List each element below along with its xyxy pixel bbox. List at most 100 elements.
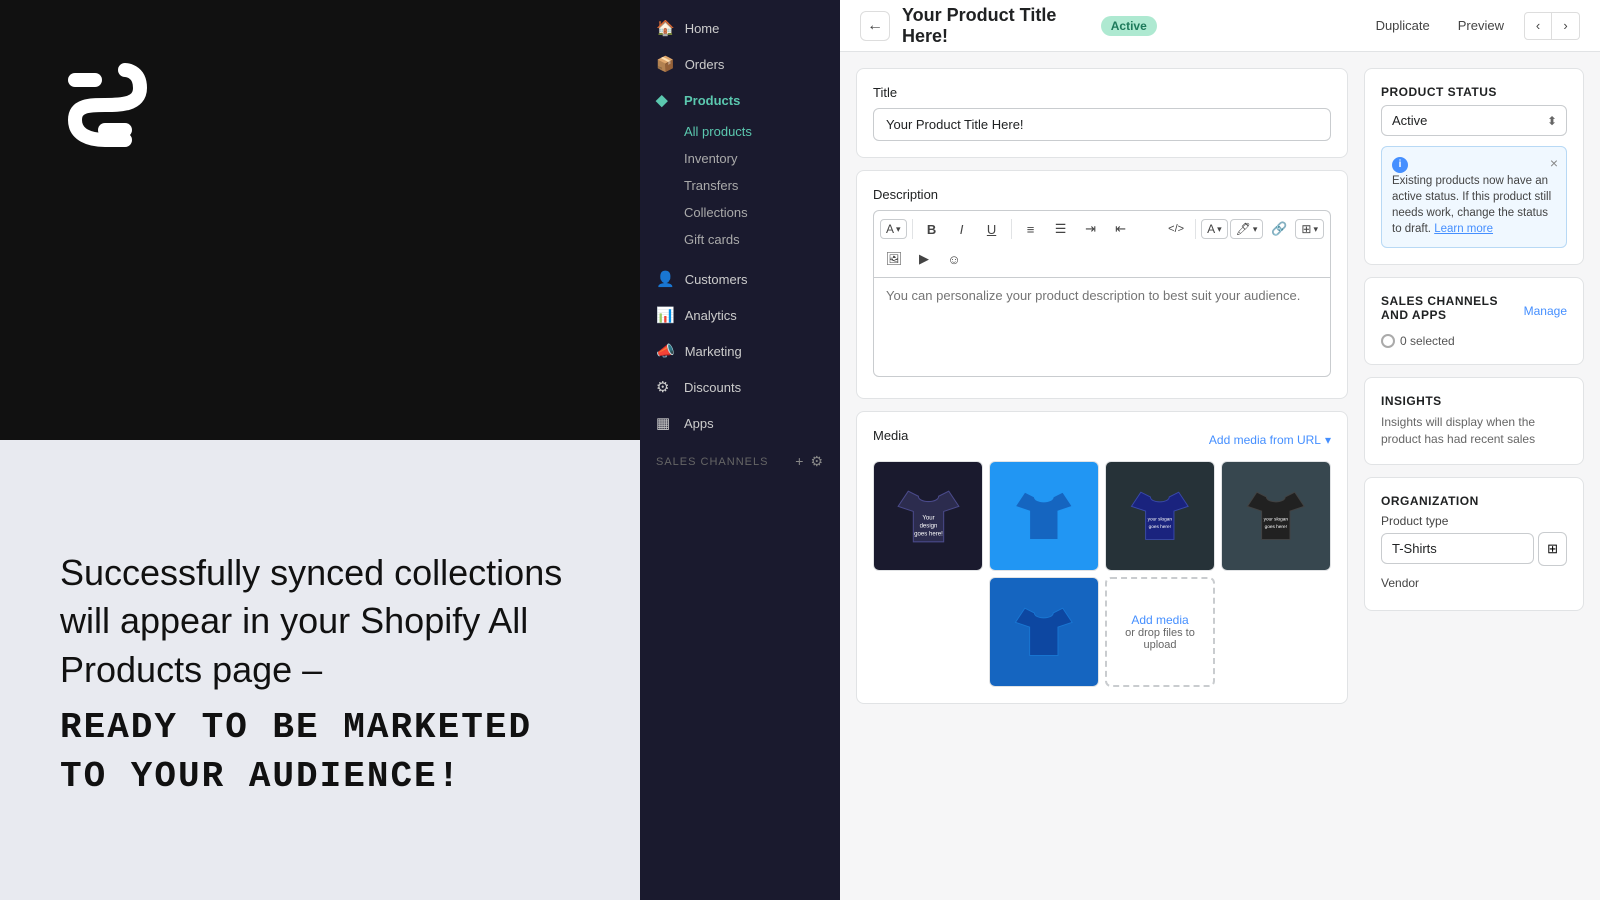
- emoji-button[interactable]: ☺: [940, 245, 968, 273]
- outdent-button[interactable]: ⇤: [1107, 215, 1135, 243]
- media-item-5[interactable]: [989, 577, 1099, 687]
- content-right-column: Product status Active Draft ⬍ i × Existi…: [1364, 68, 1584, 884]
- source-button[interactable]: </>: [1162, 215, 1190, 243]
- manage-button[interactable]: Manage: [1524, 304, 1567, 318]
- sidebar-item-collections[interactable]: Collections: [684, 199, 840, 226]
- insights-text: Insights will display when the product h…: [1381, 414, 1567, 448]
- bottom-normal-text: Successfully synced collections will app…: [60, 549, 600, 695]
- sidebar-item-orders[interactable]: 📦 Orders: [640, 46, 840, 82]
- media-item-2[interactable]: [989, 461, 1099, 571]
- page-title: Your Product Title Here!: [902, 5, 1089, 47]
- product-type-input[interactable]: [1381, 533, 1534, 564]
- sidebar-item-marketing[interactable]: 📣 Marketing: [640, 333, 840, 369]
- svg-text:your slogan: your slogan: [1148, 517, 1173, 523]
- sales-channels-card: SALES CHANNELS AND APPS Manage 0 selecte…: [1364, 277, 1584, 365]
- description-textarea[interactable]: [873, 277, 1331, 377]
- sidebar-item-products[interactable]: ◆ Products: [640, 82, 840, 118]
- tshirt-blue-icon: [1006, 478, 1082, 554]
- info-banner: i × Existing products now have an active…: [1381, 146, 1567, 248]
- unordered-list-button[interactable]: ≡: [1017, 215, 1045, 243]
- description-card: Description A ▾ B I U ≡ ☰ ⇥ ⇤ </>: [856, 170, 1348, 399]
- insights-label: Insights: [1381, 394, 1567, 408]
- media-header: Media Add media from URL ▾: [873, 428, 1331, 451]
- title-input[interactable]: [873, 108, 1331, 141]
- sidebar-item-home[interactable]: 🏠 Home: [640, 10, 840, 46]
- product-status-card: Product status Active Draft ⬍ i × Existi…: [1364, 68, 1584, 265]
- customers-icon: 👤: [656, 270, 675, 288]
- logo-area: [0, 0, 200, 220]
- tshirt-blue2-icon: [1006, 594, 1082, 670]
- tshirt-dark1-icon: your slogan goes here!: [1122, 478, 1198, 554]
- prev-product-button[interactable]: ‹: [1524, 12, 1552, 40]
- sidebar-item-inventory[interactable]: Inventory: [684, 145, 840, 172]
- add-media-url-button[interactable]: Add media from URL ▾: [1209, 433, 1331, 447]
- marketing-icon: 📣: [656, 342, 675, 360]
- sidebar-item-apps[interactable]: ▦ Apps: [640, 405, 840, 441]
- font-family-dropdown[interactable]: A ▾: [880, 219, 907, 239]
- image-button[interactable]: 🖼: [880, 245, 908, 273]
- highlight-dropdown[interactable]: 🖊 ▾: [1230, 219, 1264, 239]
- vendor-label: Vendor: [1381, 576, 1567, 590]
- media-grid: Your design goes here!: [873, 461, 1331, 687]
- status-select[interactable]: Active Draft: [1381, 105, 1567, 136]
- table-dropdown[interactable]: ⊞ ▾: [1295, 219, 1324, 239]
- duplicate-button[interactable]: Duplicate: [1368, 14, 1438, 37]
- sidebar-analytics-label: Analytics: [685, 308, 737, 323]
- add-sales-channel-icon[interactable]: +: [795, 453, 804, 470]
- media-upload-button[interactable]: Add media or drop files to upload: [1105, 577, 1215, 687]
- status-select-wrapper: Active Draft ⬍: [1381, 105, 1567, 136]
- organization-card: Organization Product type ⊞ Vendor: [1364, 477, 1584, 611]
- sidebar-item-transfers[interactable]: Transfers: [684, 172, 840, 199]
- main-content: ← Your Product Title Here! Active Duplic…: [840, 0, 1600, 900]
- sidebar-item-analytics[interactable]: 📊 Analytics: [640, 297, 840, 333]
- bold-button[interactable]: B: [918, 215, 946, 243]
- media-item-4[interactable]: your slogan goes here!: [1221, 461, 1331, 571]
- italic-button[interactable]: I: [948, 215, 976, 243]
- align-left-button[interactable]: ☰: [1047, 215, 1075, 243]
- upload-subtext: or drop files to upload: [1115, 627, 1205, 651]
- browse-icon: ⊞: [1547, 541, 1558, 556]
- sidebar: 🏠 Home 📦 Orders ◆ Products All products …: [640, 0, 840, 900]
- learn-more-link[interactable]: Learn more: [1434, 223, 1493, 235]
- preview-button[interactable]: Preview: [1450, 14, 1512, 37]
- back-button[interactable]: ←: [860, 11, 890, 41]
- sidebar-home-label: Home: [685, 21, 720, 36]
- tshirt-main-icon: Your design goes here!: [888, 476, 969, 557]
- sidebar-item-gift-cards[interactable]: Gift cards: [684, 226, 840, 253]
- topbar: ← Your Product Title Here! Active Duplic…: [840, 0, 1600, 52]
- video-button[interactable]: ▶: [910, 245, 938, 273]
- sidebar-item-all-products[interactable]: All products: [684, 118, 840, 145]
- link-button[interactable]: 🔗: [1265, 215, 1293, 243]
- media-card: Media Add media from URL ▾ Your de: [856, 411, 1348, 704]
- tshirt-dark2-icon: your slogan goes here!: [1238, 478, 1314, 554]
- svg-text:your slogan: your slogan: [1264, 517, 1289, 523]
- next-product-button[interactable]: ›: [1552, 12, 1580, 40]
- indent-button[interactable]: ⇥: [1077, 215, 1105, 243]
- title-label: Title: [873, 85, 1331, 100]
- svg-text:Your: Your: [922, 515, 934, 521]
- home-icon: 🏠: [656, 19, 675, 37]
- media-item-3[interactable]: your slogan goes here!: [1105, 461, 1215, 571]
- title-card: Title: [856, 68, 1348, 158]
- product-type-label: Product type: [1381, 514, 1567, 528]
- radio-dot-icon: [1381, 334, 1395, 348]
- apps-icon: ▦: [656, 414, 674, 432]
- sidebar-products-label: Products: [684, 93, 740, 108]
- sales-channel-settings-icon[interactable]: ⚙: [810, 453, 824, 470]
- sales-channels-label: SALES CHANNELS: [656, 456, 768, 468]
- next-icon: ›: [1563, 18, 1567, 33]
- close-banner-button[interactable]: ×: [1550, 155, 1558, 171]
- add-media-dropdown-icon: ▾: [1325, 433, 1331, 447]
- orders-icon: 📦: [656, 55, 675, 73]
- shopify-panel: 🏠 Home 📦 Orders ◆ Products All products …: [640, 0, 1600, 900]
- content-area: Title Description A ▾ B I U ≡ ☰: [840, 52, 1600, 900]
- analytics-icon: 📊: [656, 306, 675, 324]
- underline-button[interactable]: U: [978, 215, 1006, 243]
- sidebar-item-discounts[interactable]: ⚙ Discounts: [640, 369, 840, 405]
- media-item-main[interactable]: Your design goes here!: [873, 461, 983, 571]
- status-badge: Active: [1101, 16, 1157, 36]
- font-color-dropdown[interactable]: A ▾: [1201, 219, 1228, 239]
- sidebar-item-customers[interactable]: 👤 Customers: [640, 261, 840, 297]
- nav-arrows: ‹ ›: [1524, 12, 1580, 40]
- product-type-browse-button[interactable]: ⊞: [1538, 532, 1567, 566]
